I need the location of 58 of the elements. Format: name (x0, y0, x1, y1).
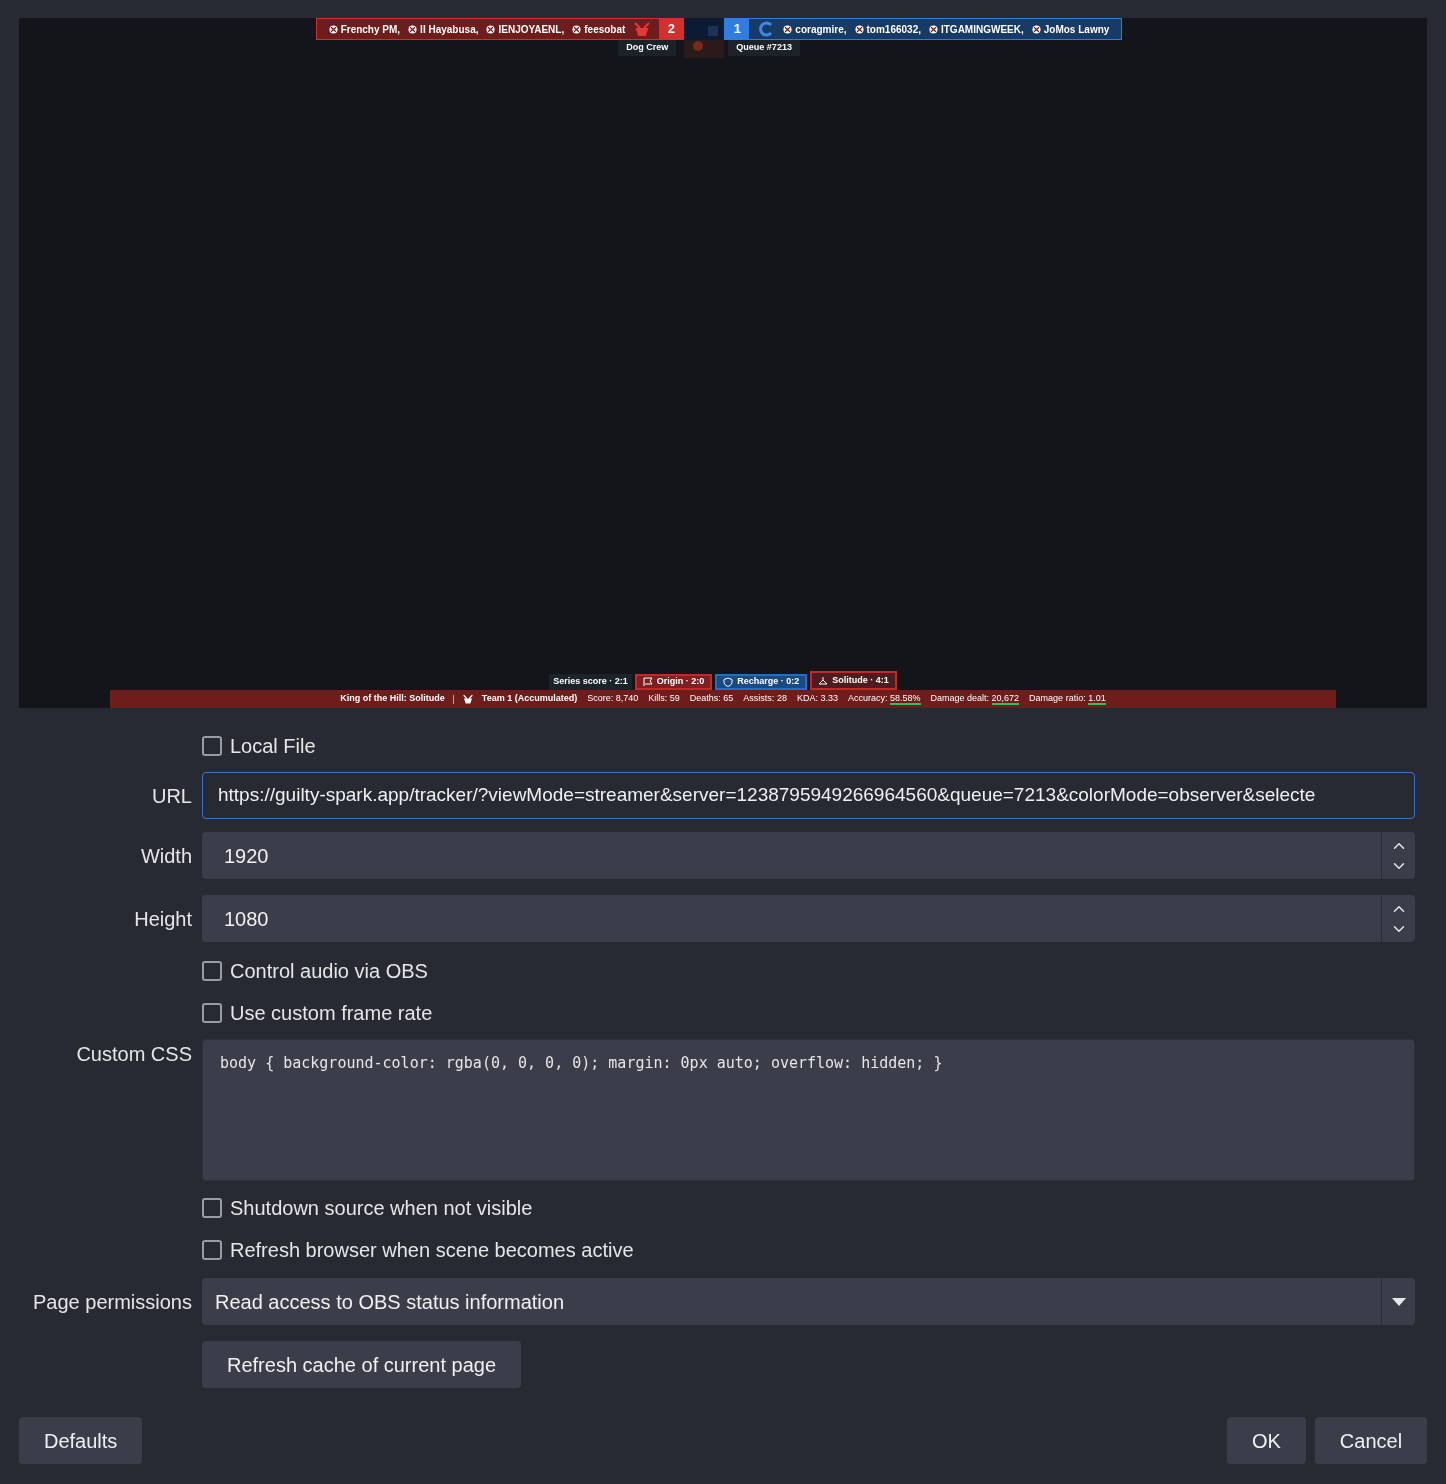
defaults-button[interactable]: Defaults (19, 1417, 143, 1464)
checkbox-label: Shutdown source when not visible (230, 1196, 533, 1221)
stat: Damage ratio: 1.01 (1029, 692, 1106, 706)
url-field[interactable]: https://guilty-spark.app/tracker/?viewMode=streamer&server=1238795949266964560&queue=7213&colorMode=observer&selecte (202, 772, 1415, 819)
stat: Score: 8,740 (587, 692, 639, 706)
checkbox[interactable] (202, 1198, 222, 1218)
team-score: 2 (659, 19, 684, 39)
team-score: 1 (725, 19, 750, 39)
stat: Damage dealt: 20,672 (930, 692, 1020, 706)
team-label: Team 1 (Accumulated) (481, 692, 578, 706)
field-label: URL (152, 783, 192, 809)
player-name: IENJOYAENL, (498, 22, 565, 37)
mode-name: King of the Hill: Solitude (340, 692, 445, 706)
refresh-cache-button[interactable]: Refresh cache of current page (202, 1341, 522, 1388)
hill-icon (818, 675, 829, 686)
number-value: 1080 (223, 906, 270, 932)
checkbox-label: Refresh browser when scene becomes active (230, 1238, 634, 1263)
checkbox-label: Use custom frame rate (230, 1001, 433, 1026)
field-label: Height (134, 906, 192, 932)
permissions-dropdown[interactable]: Read access to OBS status information (202, 1278, 1415, 1325)
dropdown-arrow-icon (1391, 1297, 1406, 1306)
number-value: 1920 (223, 843, 270, 869)
number-field[interactable]: 1920 (202, 832, 1415, 879)
player-name: II Hayabusa, (420, 22, 479, 37)
field-label: Custom CSS (76, 1042, 192, 1067)
player-name: tom166032, (866, 22, 921, 37)
field-label: Page permissions (33, 1289, 192, 1315)
player-name: feesobat (584, 22, 626, 37)
checkbox-label: Local File (230, 734, 316, 759)
shield-icon (723, 677, 734, 687)
player-name: JoMos Lawny (1043, 22, 1110, 37)
number-field[interactable]: 1080 (202, 895, 1415, 942)
team-name: Dog Crew (618, 40, 677, 56)
css-field[interactable]: body { background-color: rgba(0, 0, 0, 0); margin: 0px auto; overflow: hidden; } (202, 1039, 1415, 1181)
emblem-icon (633, 21, 652, 37)
emblem-icon (461, 694, 474, 704)
ok-button[interactable]: OK (1227, 1417, 1306, 1464)
field-label: Width (140, 843, 192, 869)
stat: Deaths: 65 (689, 692, 734, 706)
checkbox[interactable] (202, 1240, 222, 1260)
player-name: Frenchy PM, (340, 22, 401, 37)
cancel-button[interactable]: Cancel (1315, 1417, 1427, 1464)
series-score: Series score · 2:1 (549, 674, 632, 690)
checkbox[interactable] (202, 961, 222, 981)
queue-label: Queue #7213 (728, 40, 800, 56)
stat: Assists: 28 (743, 692, 787, 706)
css-text: body { background-color: rgba(0, 0, 0, 0); margin: 0px auto; overflow: hidden; } (220, 1054, 943, 1072)
stat: Accuracy: 58.58% (847, 692, 921, 706)
dropdown-value: Read access to OBS status information (214, 1289, 566, 1315)
checkbox-label: Control audio via OBS (230, 959, 428, 984)
checkbox[interactable] (202, 1003, 222, 1023)
url-value: https://guilty-spark.app/tracker/?viewMode=streamer&server=1238795949266964560&queue=7213&colorMode=observer&selecte (218, 783, 1316, 808)
checkbox[interactable] (202, 736, 222, 756)
stat: KDA: 3.33 (796, 692, 838, 706)
player-name: ITGAMINGWEEK, (941, 22, 1024, 37)
player-name: coragmire, (795, 22, 847, 37)
stat: Kills: 59 (648, 692, 680, 706)
flag-icon (642, 677, 653, 687)
